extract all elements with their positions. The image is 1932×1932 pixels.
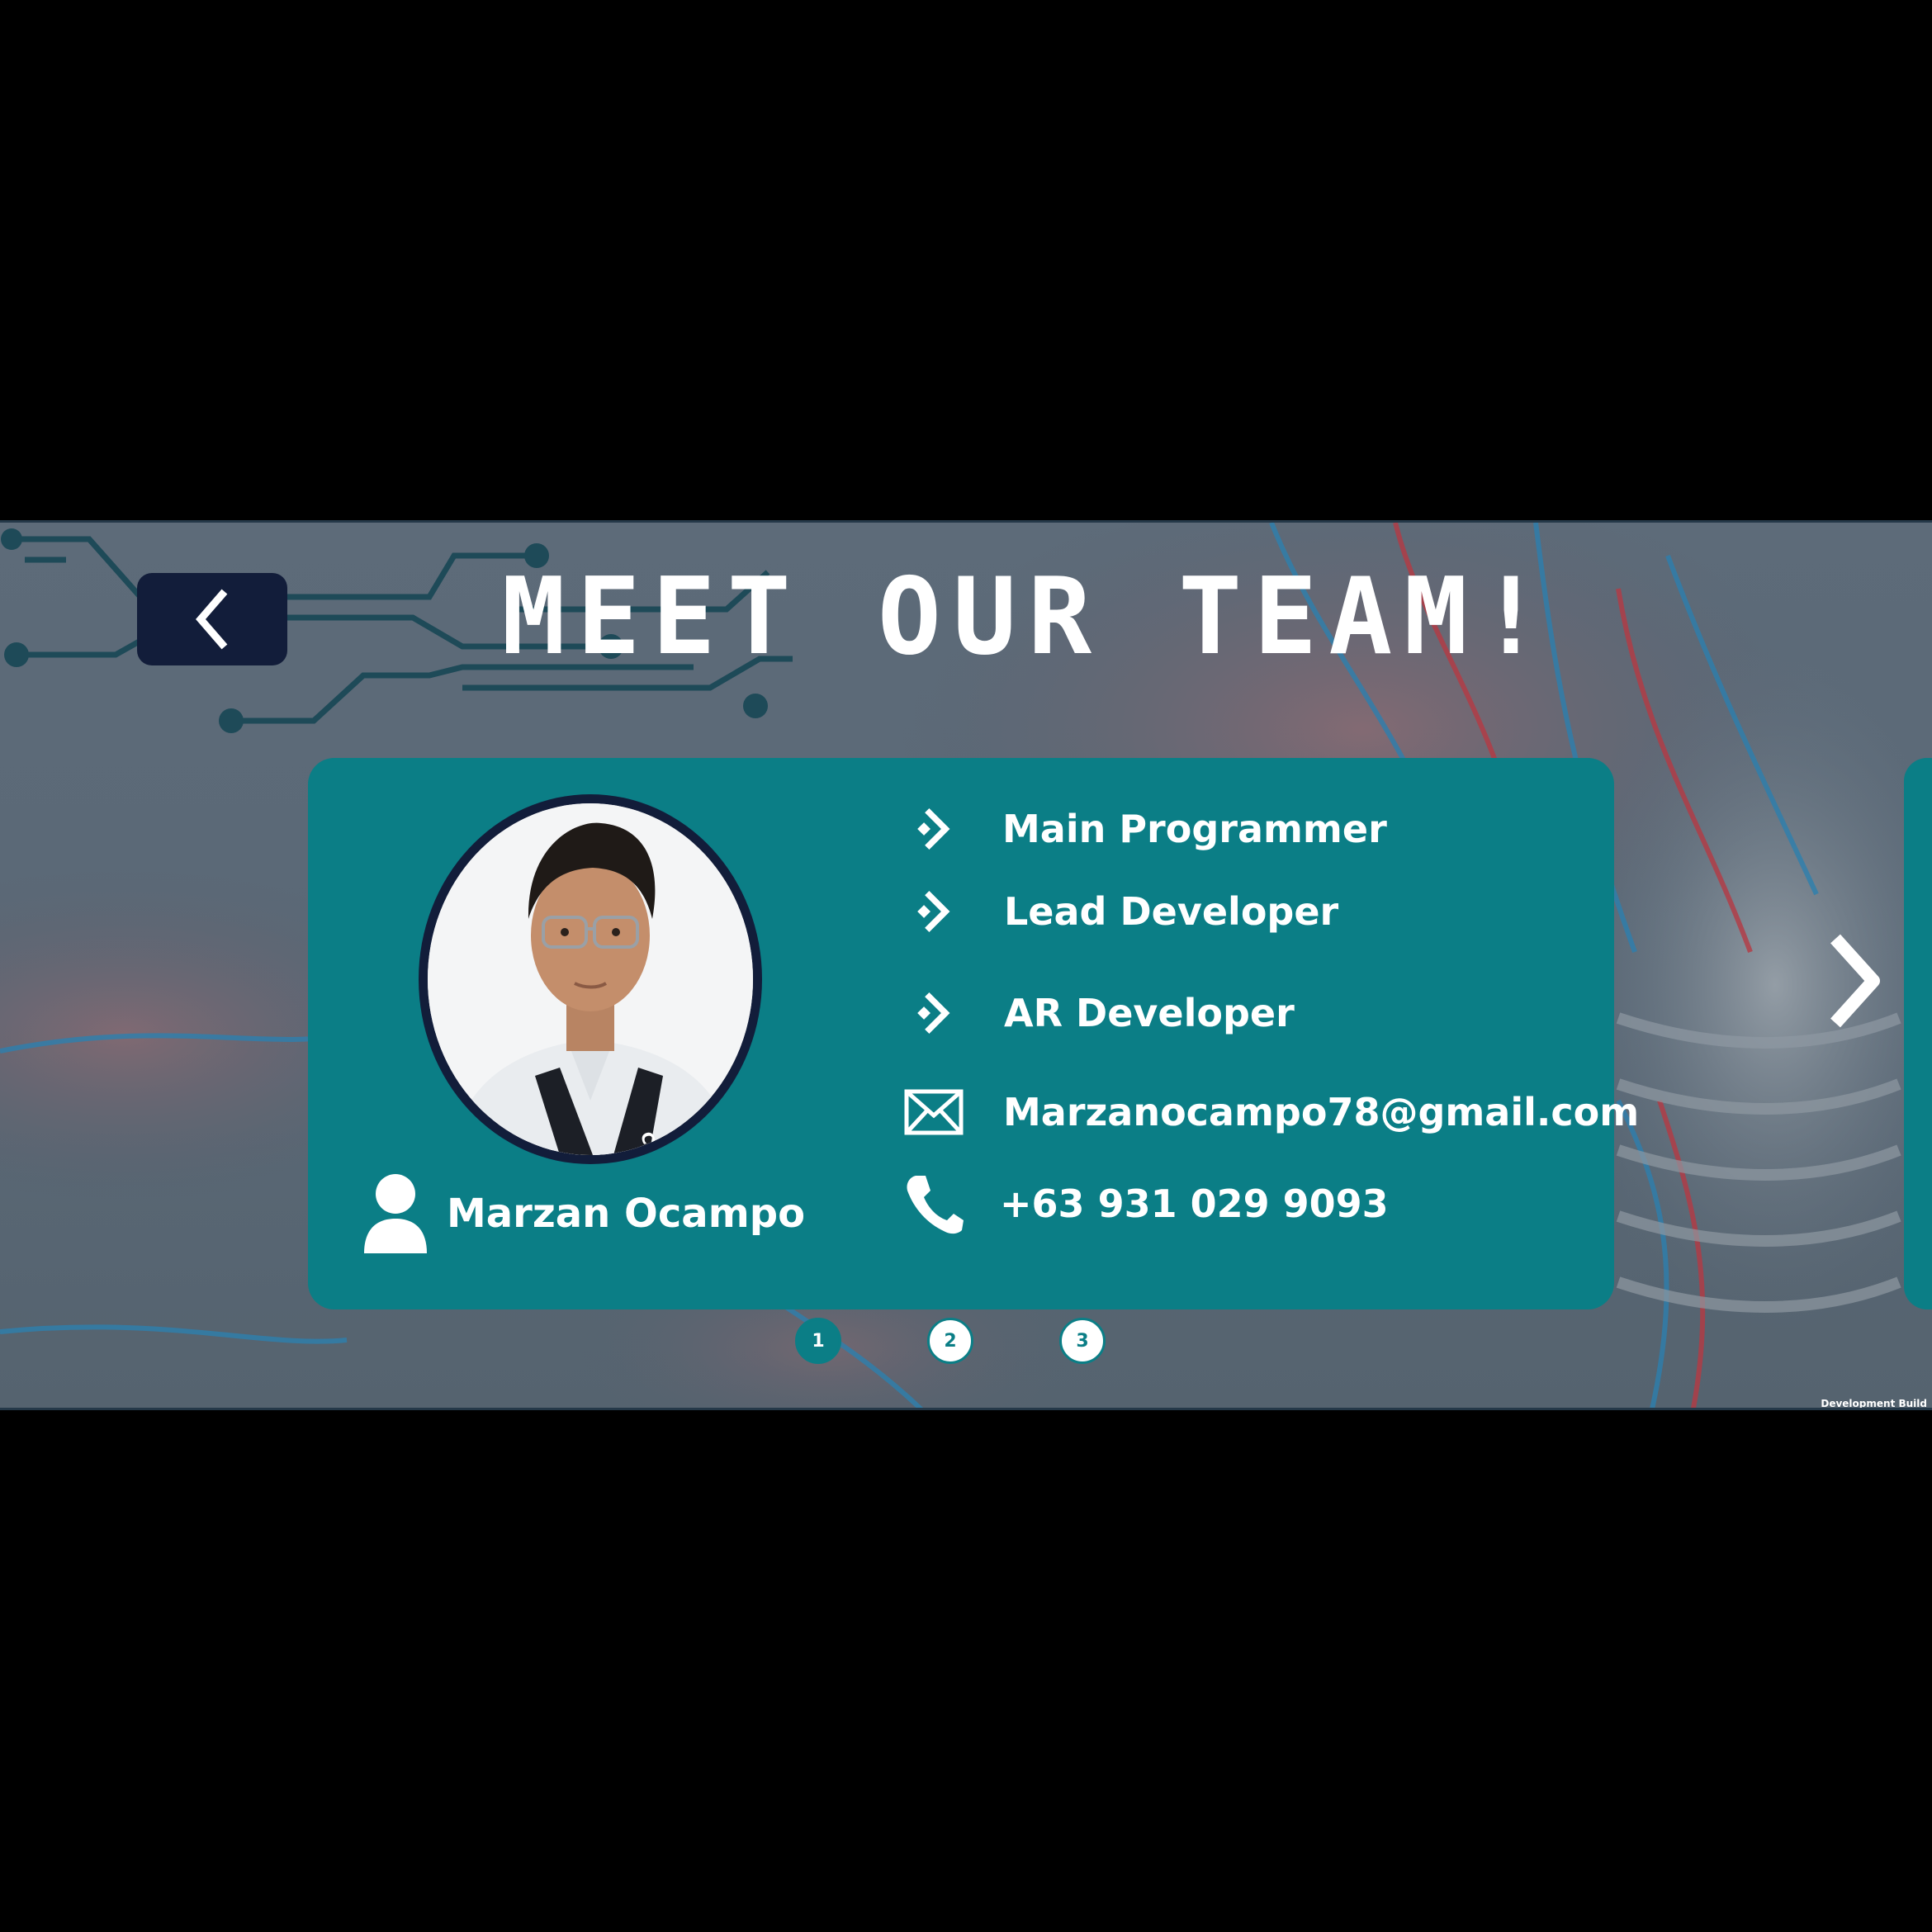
role-item: Main Programmer (907, 799, 1387, 859)
phone-icon (904, 1174, 964, 1234)
role-label: AR Developer (1004, 991, 1295, 1035)
role-item: AR Developer (907, 983, 1295, 1043)
diamond-arrow-icon (907, 799, 966, 859)
member-phone[interactable]: +63 931 029 9093 (1000, 1181, 1389, 1226)
next-card-preview (1904, 758, 1932, 1309)
person-portrait: CCT (428, 803, 753, 1155)
member-email[interactable]: Marzanocampo78@gmail.com (1003, 1090, 1639, 1134)
letterbox-bottom (0, 1410, 1932, 1932)
development-build-label: Development Build (1821, 1398, 1927, 1409)
diamond-arrow-icon (907, 882, 966, 941)
profile-photo-frame: CCT (419, 794, 762, 1164)
profile-photo: CCT (428, 803, 753, 1155)
page-dot-1[interactable]: 1 (795, 1318, 841, 1364)
letterbox-top (0, 0, 1932, 520)
envelope-icon (904, 1082, 964, 1142)
team-screen: MEET OUR TEAM! CCT Marzan Ocampo Main Pr… (0, 520, 1932, 1410)
page-dot-2[interactable]: 2 (927, 1318, 973, 1364)
role-label: Lead Developer (1004, 889, 1339, 934)
role-item: Lead Developer (907, 882, 1338, 941)
user-icon (364, 1174, 427, 1253)
chevron-right-icon[interactable] (1821, 927, 1887, 1035)
member-name: Marzan Ocampo (447, 1191, 806, 1237)
phone-row: +63 931 029 9093 (904, 1174, 1389, 1234)
role-label: Main Programmer (1002, 807, 1387, 851)
page-title: MEET OUR TEAM! (501, 556, 1555, 679)
diamond-arrow-icon (907, 983, 966, 1043)
team-member-card: CCT Marzan Ocampo Main Programmer Lead D… (308, 758, 1639, 1309)
page-dot-3[interactable]: 3 (1059, 1318, 1106, 1364)
member-name-row: Marzan Ocampo (362, 1171, 805, 1257)
email-row: Marzanocampo78@gmail.com (904, 1082, 1639, 1142)
